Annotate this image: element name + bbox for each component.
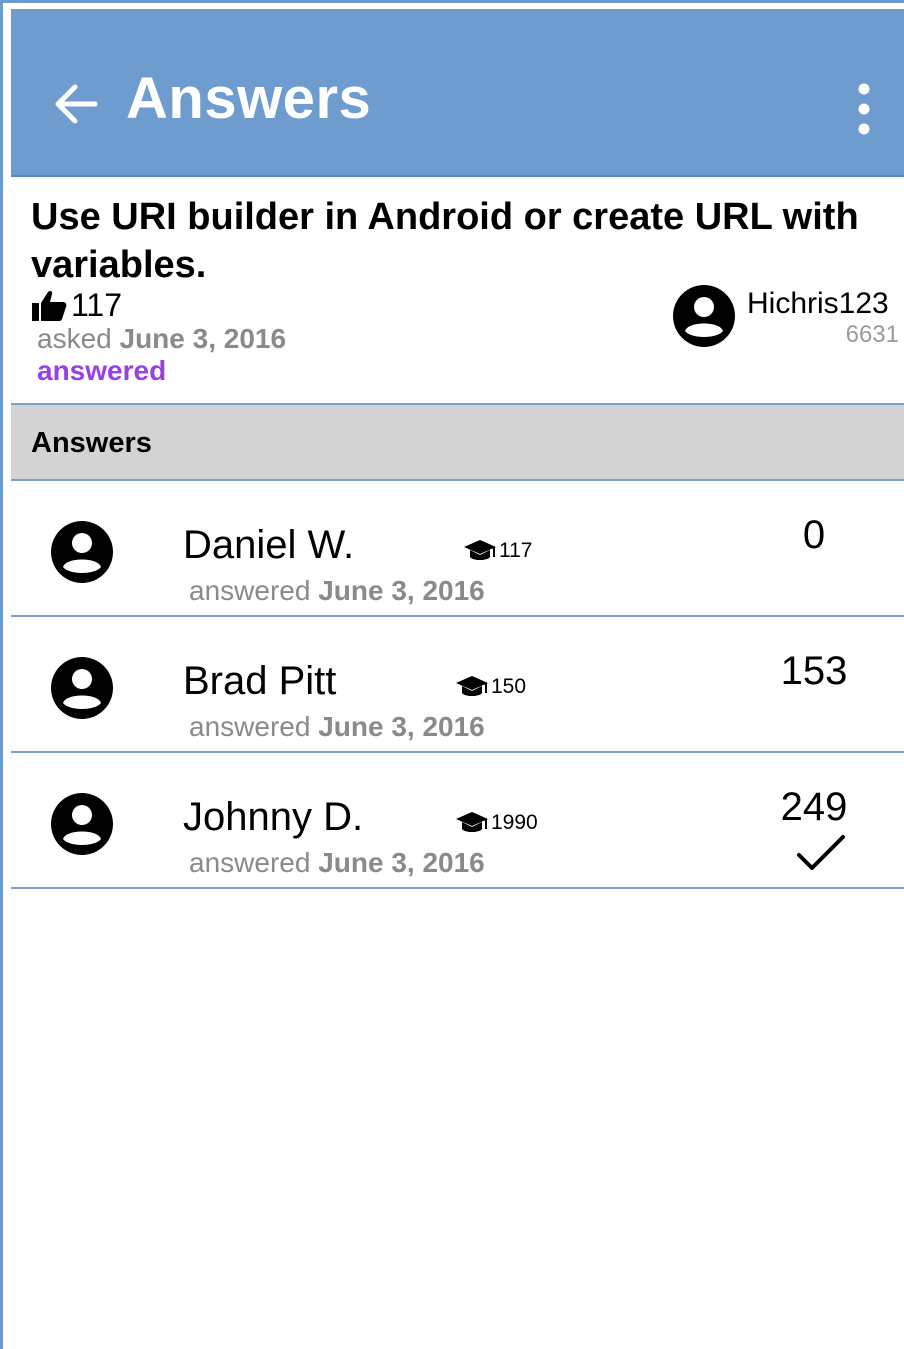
graduation-cap-icon: [464, 540, 496, 560]
asker-reputation: 6631: [845, 321, 899, 348]
answered-label: answered: [189, 711, 311, 742]
answer-row[interactable]: Johnny D. 1990 answered June 3, 2016 249: [11, 753, 904, 889]
answerer-name: Daniel W.: [183, 523, 355, 567]
graduation-cap-icon: [456, 812, 488, 832]
answer-score: 153: [780, 649, 848, 693]
app-screen: Answers Use URI builder in Android or cr…: [0, 0, 904, 1349]
asked-label: asked: [37, 323, 112, 354]
answered-date: June 3, 2016: [318, 575, 485, 606]
answered-label: answered: [189, 847, 311, 878]
account-circle-icon: [51, 657, 113, 719]
answered-date: June 3, 2016: [318, 847, 485, 878]
answer-row[interactable]: Brad Pitt 150 answered June 3, 2016 153: [11, 617, 904, 753]
app-bar: Answers: [11, 9, 904, 177]
answer-score: 249: [780, 785, 848, 829]
reputation-value: 117: [499, 539, 533, 562]
arrow-left-icon[interactable]: [51, 81, 101, 127]
account-circle-icon: [51, 793, 113, 855]
asked-date: June 3, 2016: [119, 323, 287, 354]
graduation-cap-icon: [456, 676, 488, 696]
answerer-name: Johnny D.: [183, 795, 364, 839]
question-vote-count: 117: [71, 287, 123, 323]
reputation-value: 1990: [491, 811, 538, 834]
answerer-reputation: 1990: [455, 811, 538, 835]
thumbs-up-icon[interactable]: [31, 290, 67, 322]
account-circle-icon: [51, 521, 113, 583]
section-title: Answers: [31, 427, 152, 459]
account-circle-icon[interactable]: [671, 283, 737, 349]
answer-date-line: answered June 3, 2016: [189, 711, 485, 743]
answer-row[interactable]: Daniel W. 117 answered June 3, 2016 0: [11, 481, 904, 617]
page-title: Answers: [126, 66, 372, 131]
answer-date-line: answered June 3, 2016: [189, 575, 485, 607]
answer-date-line: answered June 3, 2016: [189, 847, 485, 879]
question-asked-line: asked June 3, 2016: [37, 323, 286, 355]
answerer-reputation: 150: [455, 675, 526, 699]
answered-label: answered: [189, 575, 311, 606]
more-vertical-icon[interactable]: [857, 83, 871, 135]
question-card: Use URI builder in Android or create URL…: [11, 179, 904, 405]
asker-username[interactable]: Hichris123: [747, 287, 889, 321]
answers-section-header: Answers: [11, 403, 904, 481]
reputation-value: 150: [491, 675, 527, 698]
answered-date: June 3, 2016: [318, 711, 485, 742]
answer-score: 0: [802, 513, 826, 557]
question-votes: 117: [31, 287, 122, 324]
accepted-check-icon: [797, 835, 845, 870]
question-status: answered: [37, 355, 167, 386]
answerer-reputation: 117: [463, 539, 532, 563]
question-title: Use URI builder in Android or create URL…: [31, 196, 859, 286]
answerer-name: Brad Pitt: [183, 659, 337, 703]
